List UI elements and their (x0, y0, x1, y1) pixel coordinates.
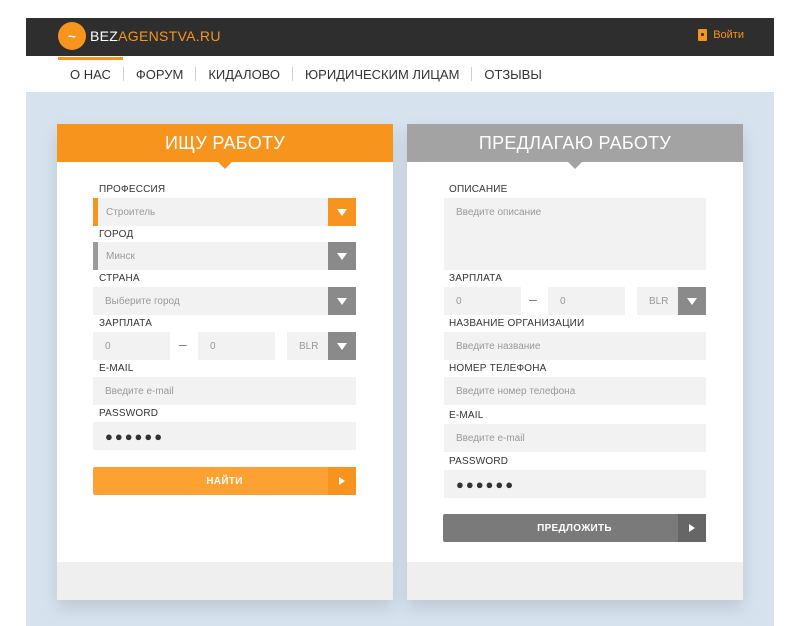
find-button[interactable]: НАЙТИ (93, 467, 356, 495)
phone-label: НОМЕР ТЕЛЕФОНА (449, 363, 547, 374)
password-value: ●●●●●● (105, 428, 165, 444)
description-label: ОПИСАНИЕ (449, 184, 508, 195)
offer-job-title: ПРЕДЛАГАЮ РАБОТУ (478, 132, 672, 153)
salary-from-value: 0 (456, 295, 462, 307)
currency-select[interactable]: BLR (637, 287, 706, 315)
currency-value: BLR (649, 295, 669, 307)
salary-label: ЗАРПЛАТА (449, 273, 503, 284)
chevron-down-icon[interactable] (328, 287, 356, 315)
city-value: Минск (106, 250, 135, 262)
offer-job-header: ПРЕДЛАГАЮ РАБОТУ (407, 124, 743, 169)
chevron-down-icon[interactable] (328, 242, 356, 270)
phone-placeholder: Введите номер телефона (456, 385, 576, 397)
salary-dash: – (529, 291, 537, 307)
main-nav: О НАС ФОРУМ КИДАЛОВО ЮРИДИЧЕСКИМ ЛИЦАМ О… (26, 56, 774, 92)
country-placeholder: Выберите город (105, 295, 180, 307)
play-arrow-icon (678, 514, 706, 542)
nav-item-scams[interactable]: КИДАЛОВО (196, 67, 292, 82)
logo-text-agenstva: AGENSTVA.RU (118, 28, 221, 44)
password-input[interactable]: ●●●●●● (93, 422, 356, 450)
email-label: E-MAIL (99, 363, 134, 374)
salary-from-input[interactable]: 0 (93, 332, 170, 360)
city-label: ГОРОД (99, 229, 134, 240)
find-button-label: НАЙТИ (206, 475, 243, 487)
top-bar: ~ BEZAGENSTVA.RU Войти (26, 18, 774, 56)
handshake-logo-icon: ~ (58, 22, 86, 50)
description-placeholder: Введите описание (456, 207, 542, 218)
chevron-down-icon[interactable] (328, 332, 356, 360)
login-label: Войти (713, 29, 744, 41)
currency-value: BLR (299, 340, 319, 352)
salary-to-value: 0 (210, 340, 216, 352)
password-label: PASSWORD (99, 408, 159, 419)
salary-to-input[interactable]: 0 (548, 287, 625, 315)
phone-input[interactable]: Введите номер телефона (444, 377, 706, 405)
chevron-down-icon[interactable] (328, 198, 356, 226)
salary-label: ЗАРПЛАТА (99, 318, 153, 329)
email-placeholder: Введите e-mail (456, 432, 525, 444)
email-input[interactable]: Введите e-mail (444, 424, 706, 452)
email-label: E-MAIL (449, 410, 484, 421)
nav-item-forum[interactable]: ФОРУМ (124, 67, 195, 82)
nav-item-about[interactable]: О НАС (58, 56, 123, 82)
seek-job-panel: ИЩУ РАБОТУ ПРОФЕССИЯ Строитель ГОРОД Мин… (57, 124, 393, 600)
offer-button[interactable]: ПРЕДЛОЖИТЬ (443, 514, 706, 542)
email-placeholder: Введите e-mail (105, 385, 174, 397)
description-textarea[interactable]: Введите описание (444, 198, 706, 270)
email-input[interactable]: Введите e-mail (93, 377, 356, 405)
country-label: СТРАНА (99, 273, 140, 284)
profession-label: ПРОФЕССИЯ (99, 184, 166, 195)
salary-from-value: 0 (105, 340, 111, 352)
salary-to-input[interactable]: 0 (198, 332, 275, 360)
login-door-icon (698, 29, 708, 41)
org-name-input[interactable]: Введите название (444, 332, 706, 360)
seek-job-title: ИЩУ РАБОТУ (164, 132, 286, 153)
org-name-placeholder: Введите название (456, 340, 541, 352)
panel-footer (407, 562, 743, 600)
play-arrow-icon (328, 467, 356, 495)
seek-job-header: ИЩУ РАБОТУ (57, 124, 393, 169)
password-value: ●●●●●● (456, 476, 516, 492)
org-name-label: НАЗВАНИЕ ОРГАНИЗАЦИИ (449, 318, 585, 329)
profession-value: Строитель (106, 206, 156, 218)
salary-to-value: 0 (560, 295, 566, 307)
offer-job-panel: ПРЕДЛАГАЮ РАБОТУ ОПИСАНИЕ Введите описан… (407, 124, 743, 600)
panel-footer (57, 562, 393, 600)
chevron-down-icon[interactable] (678, 287, 706, 315)
password-input[interactable]: ●●●●●● (444, 470, 706, 498)
profession-select[interactable]: Строитель (93, 198, 356, 226)
country-select[interactable]: Выберите город (93, 287, 356, 315)
city-select[interactable]: Минск (93, 242, 356, 270)
nav-item-reviews[interactable]: ОТЗЫВЫ (472, 67, 553, 82)
logo-text-bez: BEZ (90, 28, 119, 44)
login-link[interactable]: Войти (698, 29, 744, 41)
currency-select[interactable]: BLR (287, 332, 356, 360)
offer-button-label: ПРЕДЛОЖИТЬ (537, 522, 612, 534)
salary-from-input[interactable]: 0 (444, 287, 521, 315)
salary-dash: – (179, 336, 187, 352)
nav-item-legal-entities[interactable]: ЮРИДИЧЕСКИМ ЛИЦАМ (293, 67, 471, 82)
header-notch (568, 162, 582, 169)
header-notch (218, 162, 232, 169)
password-label: PASSWORD (449, 456, 509, 467)
site-logo[interactable]: ~ BEZAGENSTVA.RU (58, 21, 221, 51)
